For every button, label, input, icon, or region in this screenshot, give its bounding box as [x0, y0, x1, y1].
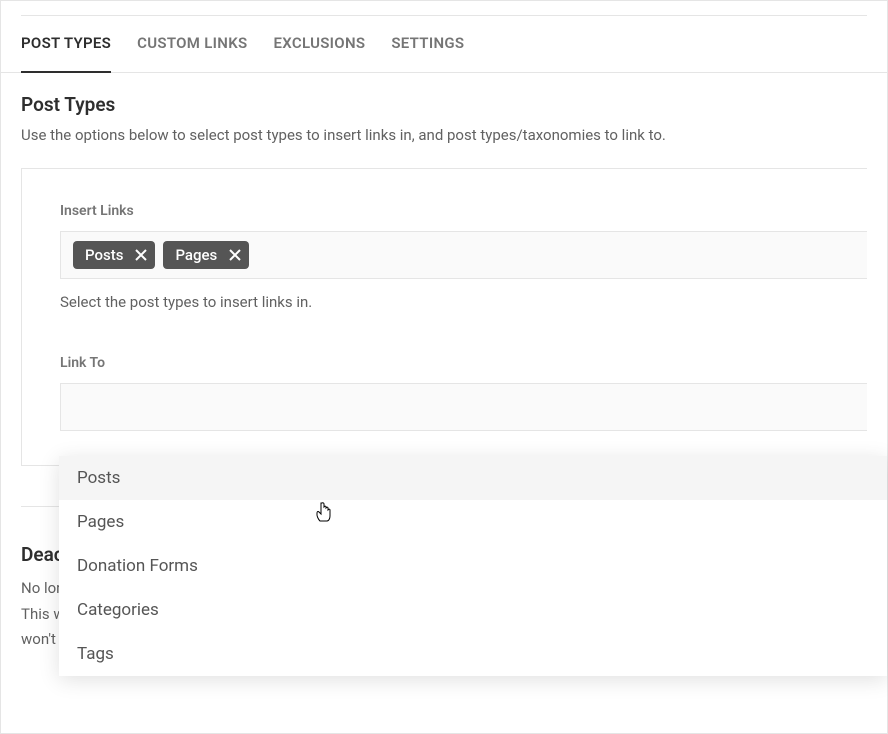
- insert-links-select[interactable]: Posts Pages: [60, 231, 867, 279]
- tab-exclusions[interactable]: EXCLUSIONS: [273, 16, 365, 72]
- dropdown-option-categories[interactable]: Categories: [59, 588, 887, 632]
- link-to-label: Link To: [60, 355, 867, 371]
- tab-custom-links[interactable]: CUSTOM LINKS: [137, 16, 247, 72]
- tab-post-types[interactable]: POST TYPES: [21, 16, 111, 72]
- dropdown-option-posts[interactable]: Posts: [59, 456, 887, 500]
- tab-settings[interactable]: SETTINGS: [391, 16, 464, 72]
- remove-tag-pages[interactable]: [229, 249, 241, 261]
- close-icon: [229, 249, 241, 261]
- tag-label: Pages: [175, 246, 217, 264]
- link-to-select[interactable]: [60, 383, 867, 431]
- dropdown-option-pages[interactable]: Pages: [59, 500, 887, 544]
- link-to-dropdown: Posts Pages Donation Forms Categories Ta…: [59, 456, 887, 676]
- close-icon: [135, 249, 147, 261]
- options-box: Insert Links Posts Pages: [21, 168, 867, 466]
- dropdown-option-tags[interactable]: Tags: [59, 632, 887, 676]
- section-title-post-types: Post Types: [21, 93, 867, 116]
- section-description: Use the options below to select post typ…: [21, 126, 867, 144]
- tag-pages: Pages: [163, 241, 249, 269]
- insert-links-helper: Select the post types to insert links in…: [60, 293, 867, 311]
- tabs-bar: POST TYPES CUSTOM LINKS EXCLUSIONS SETTI…: [1, 16, 887, 73]
- insert-links-label: Insert Links: [60, 203, 867, 219]
- tag-posts: Posts: [73, 241, 155, 269]
- remove-tag-posts[interactable]: [135, 249, 147, 261]
- tag-label: Posts: [85, 246, 123, 264]
- dropdown-option-donation-forms[interactable]: Donation Forms: [59, 544, 887, 588]
